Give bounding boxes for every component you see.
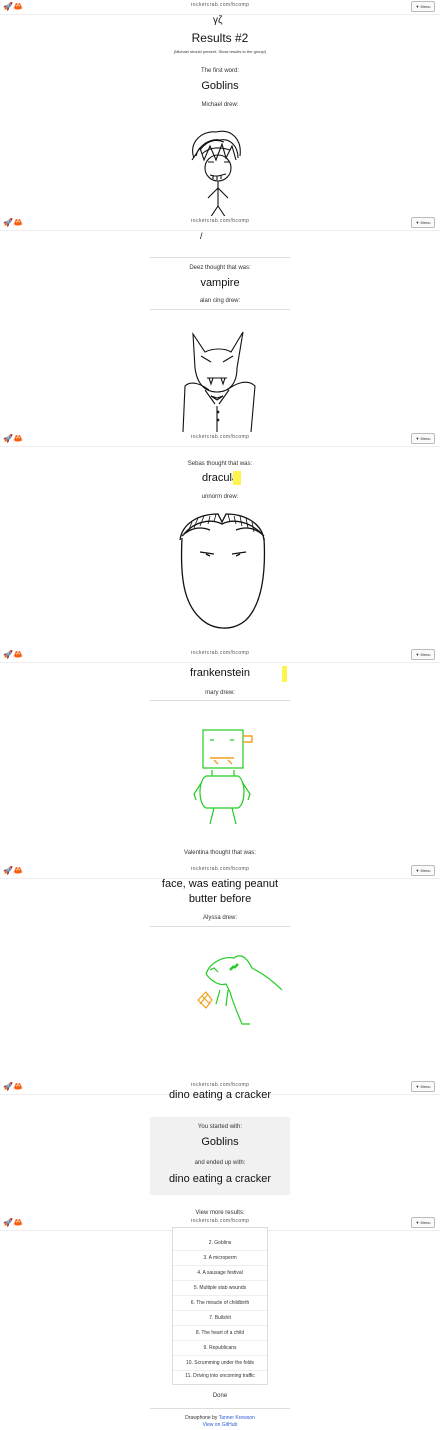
- guess-word-6: dino eating a cracker: [168, 1089, 272, 1101]
- results-list-item[interactable]: 2. Goblins: [173, 1236, 267, 1251]
- results-list-item[interactable]: 5. Multiple stab wounds: [173, 1281, 267, 1296]
- menu-button[interactable]: ▼ Menu: [411, 433, 435, 444]
- results-list-item[interactable]: 3. A microperm: [173, 1251, 267, 1266]
- url-text[interactable]: rocketcrab.com/bcomp: [0, 1218, 440, 1224]
- drew-label-5: Alyssa drew:: [202, 915, 237, 921]
- page-title: Results #2: [191, 31, 249, 45]
- drew-label-3: unnorm drew:: [201, 494, 239, 500]
- browser-topbar: 🚀🦀 rocketcrab.com/bcomp ▼ Menu: [0, 648, 440, 663]
- browser-topbar: 🚀🦀 rocketcrab.com/bcomp ▼ Menu: [0, 0, 440, 15]
- menu-button[interactable]: ▼ Menu: [411, 1217, 435, 1228]
- divider: [150, 257, 290, 258]
- drew-label-2: alan cing drew:: [199, 298, 241, 304]
- footer-github: View on GitHub: [0, 1422, 440, 1428]
- thought-label-5: Valentina thought that was:: [184, 850, 256, 856]
- drawing-vampire: [182, 331, 256, 432]
- github-link[interactable]: View on GitHub: [203, 1422, 238, 1428]
- url-text[interactable]: rocketcrab.com/bcomp: [0, 218, 440, 224]
- menu-button[interactable]: ▼ Menu: [411, 649, 435, 660]
- guess-word-2: vampire: [200, 277, 240, 289]
- divider: [150, 309, 290, 310]
- url-text[interactable]: rocketcrab.com/bcomp: [0, 650, 440, 656]
- highlight-marker: [233, 471, 241, 485]
- drawing-dracula-face: [179, 513, 266, 629]
- menu-button[interactable]: ▼ Menu: [411, 865, 435, 876]
- url-text[interactable]: rocketcrab.com/bcomp: [0, 1082, 440, 1088]
- menu-button[interactable]: ▼ Menu: [411, 217, 435, 228]
- divider: [150, 700, 290, 701]
- highlight-marker: [282, 666, 287, 682]
- browser-topbar: 🚀🦀 rocketcrab.com/bcomp ▼ Menu: [0, 432, 440, 447]
- menu-button[interactable]: ▼ Menu: [411, 1, 435, 12]
- guess-word-3: dracula: [0, 472, 440, 484]
- footer-prefix: Drawphone by: [185, 1415, 218, 1421]
- ended-label: and ended up with:: [194, 1160, 246, 1166]
- results-list-item[interactable]: 6. The miracle of childbirth: [173, 1296, 267, 1311]
- drew-label-1: Michael drew:: [201, 102, 239, 108]
- done-button[interactable]: Done: [0, 1393, 440, 1399]
- drew-label-4: mary drew:: [205, 690, 235, 696]
- divider: [150, 1408, 290, 1409]
- footer-credit: Drawphone by Tanner Krewson: [0, 1415, 440, 1421]
- results-list-item[interactable]: 9. Republicans: [173, 1341, 267, 1356]
- ended-word: dino eating a cracker: [168, 1173, 272, 1185]
- author-link[interactable]: Tanner Krewson: [219, 1415, 255, 1421]
- first-word: Goblins: [201, 80, 239, 92]
- guess-word-5-line1: face, was eating peanut: [161, 878, 279, 890]
- drawing-goblin: [191, 130, 241, 218]
- started-label: You started with:: [197, 1124, 243, 1130]
- browser-topbar: 🚀🦀 rocketcrab.com/bcomp ▼ Menu: [0, 216, 440, 231]
- results-list-item[interactable]: 7. Bullshit: [173, 1311, 267, 1326]
- results-list-item[interactable]: 4. A sausage festival: [173, 1266, 267, 1281]
- browser-topbar: 🚀🦀 rocketcrab.com/bcomp ▼ Menu: [0, 864, 440, 879]
- url-text[interactable]: rocketcrab.com/bcomp: [0, 866, 440, 872]
- results-list-item[interactable]: 8. The heart of a child: [173, 1326, 267, 1341]
- scroll-fragment: γζ: [213, 15, 223, 26]
- thought-label-3: Sebas thought that was:: [187, 461, 253, 467]
- guess-word-5-line2: butter before: [188, 893, 252, 905]
- scroll-fragment: /: [200, 231, 203, 241]
- started-word: Goblins: [201, 1136, 239, 1148]
- drawing-dino: [197, 955, 283, 1025]
- page-subtitle: (Michael should present. Show results to…: [173, 49, 267, 54]
- drawing-frankenstein: [193, 729, 253, 825]
- results-list-item[interactable]: 11. Driving into oncoming traffic: [173, 1369, 267, 1383]
- url-text[interactable]: rocketcrab.com/bcomp: [0, 2, 440, 8]
- divider: [150, 926, 290, 927]
- results-list: 2. Goblins 3. A microperm 4. A sausage f…: [172, 1227, 268, 1385]
- url-text[interactable]: rocketcrab.com/bcomp: [0, 434, 440, 440]
- first-word-label: The first word:: [200, 68, 239, 74]
- guess-word-4: frankenstein: [190, 667, 250, 679]
- thought-label-2: Deez thought that was:: [189, 265, 251, 271]
